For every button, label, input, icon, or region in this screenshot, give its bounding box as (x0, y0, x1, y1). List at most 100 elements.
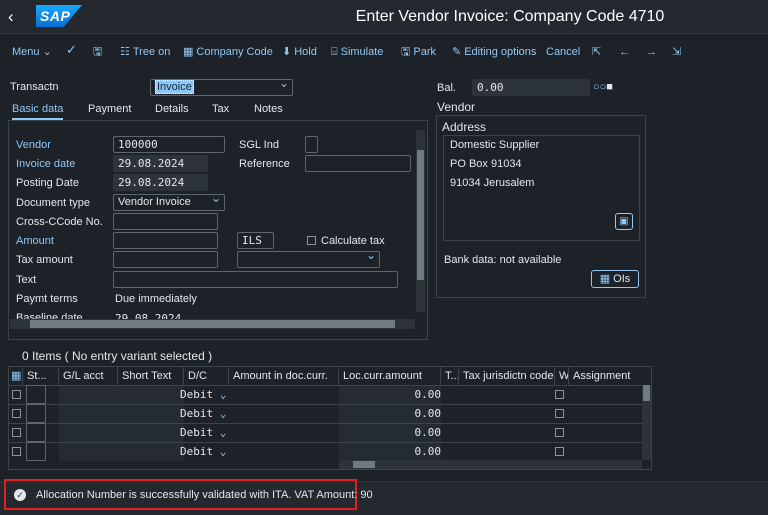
loc-amount-value: 0.00 (414, 407, 442, 420)
col-tax-jurisdiction[interactable]: Tax jurisdictn code (459, 367, 555, 385)
dc-select[interactable]: Debit ⌄ (180, 405, 230, 423)
title-bar: ‹ SAP Enter Vendor Invoice: Company Code… (0, 0, 768, 34)
next-page-icon[interactable]: → (646, 44, 657, 60)
baseline-date-label: Baseline date (16, 312, 83, 319)
currency-input[interactable]: ILS (237, 232, 274, 249)
address-line-1: Domestic Supplier (450, 139, 540, 151)
amount-label: Amount (16, 235, 54, 247)
row-status-field[interactable] (26, 423, 46, 442)
ois-button[interactable]: ▦ OIs (591, 270, 639, 288)
w-checkbox[interactable] (555, 447, 564, 456)
tree-icon: ☷ (120, 46, 130, 58)
form-horizontal-scrollbar[interactable] (10, 319, 415, 329)
park-button[interactable]: 🖫 Park (401, 44, 436, 60)
save-icon[interactable]: 🖫 (93, 44, 102, 60)
gl-acct-cell[interactable] (59, 405, 118, 423)
text-label: Text (16, 274, 37, 286)
col-w[interactable]: W (555, 367, 569, 385)
gl-acct-cell[interactable] (59, 386, 118, 404)
last-page-icon[interactable]: ⇲ (672, 44, 681, 60)
basic-data-panel (8, 120, 428, 340)
back-icon[interactable]: ‹ (8, 7, 26, 27)
row-status-field[interactable] (26, 404, 46, 423)
row-select-checkbox[interactable] (12, 447, 21, 456)
col-short-text[interactable]: Short Text (118, 367, 184, 385)
short-text-cell[interactable] (118, 405, 184, 423)
company-code-button[interactable]: ▦ Company Code (183, 44, 273, 60)
cross-ccode-input[interactable] (113, 213, 218, 230)
col-assignment[interactable]: Assignment (569, 367, 641, 385)
bal-value: 0.00 (472, 79, 590, 96)
tax-amount-label: Tax amount (16, 254, 73, 266)
transactn-value: Invoice (155, 80, 194, 94)
tab-notes[interactable]: Notes (254, 103, 283, 115)
chevron-down-icon: ⌄ (219, 407, 227, 420)
loc-amount-value: 0.00 (414, 426, 442, 439)
items-table: ▦ St... G/L acct Short Text D/C Amount i… (8, 366, 652, 470)
form-vertical-scrollbar[interactable] (416, 130, 425, 312)
posting-date-input[interactable]: 29.08.2024 (113, 174, 208, 191)
check-icon[interactable]: ✓ (66, 42, 77, 58)
editing-options-button[interactable]: ✎ Editing options (452, 44, 536, 60)
dc-select[interactable]: Debit ⌄ (180, 424, 230, 442)
col-dc[interactable]: D/C (184, 367, 229, 385)
gl-acct-cell[interactable] (59, 424, 118, 442)
w-checkbox[interactable] (555, 390, 564, 399)
calculate-tax-checkbox[interactable] (307, 236, 316, 245)
short-text-cell[interactable] (118, 424, 184, 442)
text-input[interactable] (113, 271, 398, 288)
status-lights-icon: ○○■ (593, 81, 613, 93)
chevron-down-icon: ⌄ (42, 46, 52, 58)
ois-label: OIs (613, 273, 631, 285)
tab-tax[interactable]: Tax (212, 103, 229, 115)
dc-value: Debit (180, 445, 214, 458)
row-select-checkbox[interactable] (12, 428, 21, 437)
table-settings-icon[interactable]: ▦ (9, 367, 23, 385)
dc-select[interactable]: Debit ⌄ (180, 443, 230, 461)
row-status-field[interactable] (26, 385, 46, 404)
document-type-label: Document type (16, 197, 90, 209)
row-select-checkbox[interactable] (12, 390, 21, 399)
reference-input[interactable] (305, 155, 411, 172)
tax-amount-input[interactable] (113, 251, 218, 268)
sgl-ind-input[interactable] (305, 136, 318, 153)
status-message[interactable]: Allocation Number is successfully valida… (36, 489, 373, 501)
short-text-cell[interactable] (118, 386, 184, 404)
first-page-icon[interactable]: ⇱ (592, 44, 601, 60)
document-type-select[interactable]: Vendor Invoice (113, 194, 225, 211)
simulate-icon: ⌸ (331, 46, 338, 58)
col-tax-code[interactable]: T... (441, 367, 459, 385)
row-select-checkbox[interactable] (12, 409, 21, 418)
col-loc-amount[interactable]: Loc.curr.amount (339, 367, 441, 385)
row-status-field[interactable] (26, 442, 46, 461)
bank-data-text: Bank data: not available (444, 254, 562, 266)
menu-button[interactable]: Menu ⌄ (12, 44, 52, 60)
dc-select[interactable]: Debit ⌄ (180, 386, 230, 404)
tree-on-button[interactable]: ☷ Tree on (120, 44, 170, 60)
tab-basic-data[interactable]: Basic data (12, 103, 64, 120)
loc-amount-value: 0.00 (414, 388, 442, 401)
cancel-button[interactable]: Cancel (546, 44, 580, 60)
park-label: Park (413, 46, 436, 58)
gl-acct-cell[interactable] (59, 443, 118, 461)
w-checkbox[interactable] (555, 428, 564, 437)
hold-button[interactable]: ⬇ Hold (282, 44, 317, 60)
table-horizontal-scrollbar[interactable] (339, 460, 642, 469)
w-checkbox[interactable] (555, 409, 564, 418)
vendor-input[interactable]: 100000 (113, 136, 225, 153)
address-details-icon[interactable]: ▣ (615, 213, 633, 230)
tab-details[interactable]: Details (155, 103, 189, 115)
previous-page-icon[interactable]: ← (619, 44, 630, 60)
address-line-3: 91034 Jerusalem (450, 177, 535, 189)
tab-payment[interactable]: Payment (88, 103, 131, 115)
table-vertical-scrollbar[interactable] (642, 385, 651, 460)
tax-code-select[interactable] (237, 251, 380, 268)
amount-input[interactable] (113, 232, 218, 249)
col-amount-doc[interactable]: Amount in doc.curr. (229, 367, 339, 385)
simulate-button[interactable]: ⌸ Simulate (331, 44, 383, 60)
transactn-select[interactable]: Invoice (150, 79, 293, 96)
col-status[interactable]: St... (23, 367, 59, 385)
col-gl-acct[interactable]: G/L acct (59, 367, 118, 385)
invoice-date-input[interactable]: 29.08.2024 (113, 155, 208, 172)
short-text-cell[interactable] (118, 443, 184, 461)
